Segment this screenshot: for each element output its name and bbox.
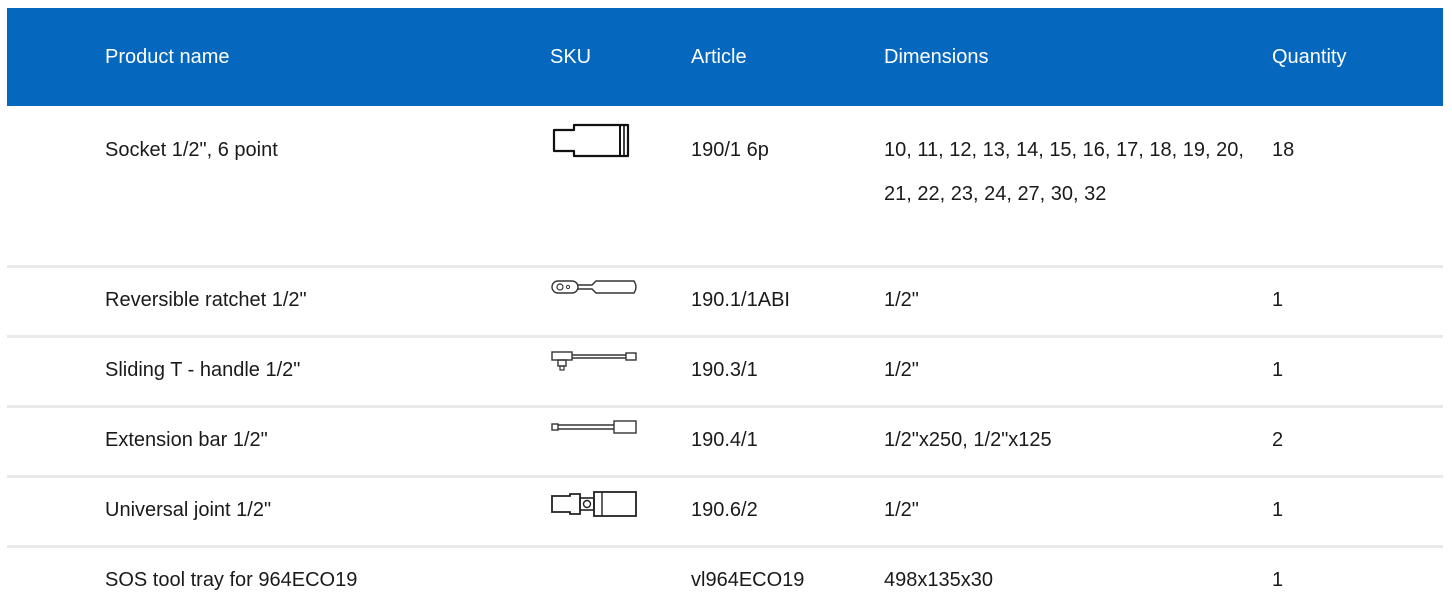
cell-sku — [550, 106, 691, 268]
dimensions: 1/2" — [884, 289, 919, 311]
table-body: Socket 1/2", 6 point 190/1 6p 10, 11, 12… — [7, 106, 1443, 600]
table-row: Universal joint 1/2" 190.6/2 1/2" 1 — [7, 476, 1443, 548]
table-row: Reversible ratchet 1/2" 190.1/1ABI 1/2" … — [7, 266, 1443, 338]
quantity: 1 — [1272, 359, 1284, 381]
cell-article: 190/1 6p — [691, 106, 884, 268]
cell-product-name: Reversible ratchet 1/2" — [7, 266, 550, 338]
article: 190.6/2 — [691, 499, 758, 521]
article: vl964ECO19 — [691, 569, 805, 591]
product-table: Product name SKU Article Dimensions Quan… — [7, 8, 1443, 600]
ratchet-icon — [551, 280, 637, 294]
cell-quantity: 18 — [1272, 106, 1443, 268]
cell-dimensions: 10, 11, 12, 13, 14, 15, 16, 17, 18, 19, … — [884, 106, 1272, 268]
dimensions: 1/2" — [884, 499, 919, 521]
quantity: 1 — [1272, 289, 1284, 311]
product-name: SOS tool tray for 964ECO19 — [105, 569, 358, 591]
cell-sku — [550, 336, 691, 408]
table-row: Sliding T - handle 1/2" 190.3/1 1/2" 1 — [7, 336, 1443, 408]
product-name: Extension bar 1/2" — [105, 429, 268, 451]
cell-sku — [550, 406, 691, 478]
cell-product-name: Universal joint 1/2" — [7, 476, 550, 548]
product-table-container: Product name SKU Article Dimensions Quan… — [7, 8, 1443, 600]
header-row: Product name SKU Article Dimensions Quan… — [7, 8, 1443, 106]
table-row: Socket 1/2", 6 point 190/1 6p 10, 11, 12… — [7, 106, 1443, 268]
article: 190.3/1 — [691, 359, 758, 381]
cell-quantity: 1 — [1272, 336, 1443, 408]
article: 190.1/1ABI — [691, 289, 790, 311]
cell-article: vl964ECO19 — [691, 547, 884, 601]
quantity: 1 — [1272, 499, 1284, 521]
cell-dimensions: 1/2" — [884, 266, 1272, 338]
cell-article: 190.3/1 — [691, 336, 884, 408]
cell-article: 190.4/1 — [691, 406, 884, 478]
cell-sku — [550, 547, 691, 601]
table-header: Product name SKU Article Dimensions Quan… — [7, 8, 1443, 106]
header-dimensions: Dimensions — [884, 45, 989, 68]
cell-sku — [550, 266, 691, 338]
product-name: Reversible ratchet 1/2" — [105, 289, 307, 311]
cell-dimensions: 498x135x30 — [884, 547, 1272, 601]
cell-dimensions: 1/2" — [884, 476, 1272, 548]
dimensions: 1/2" — [884, 359, 919, 381]
dimensions: 10, 11, 12, 13, 14, 15, 16, 17, 18, 19, … — [884, 139, 1244, 205]
quantity: 1 — [1272, 569, 1284, 591]
table-row: SOS tool tray for 964ECO19 vl964ECO19 49… — [7, 547, 1443, 601]
dimensions: 498x135x30 — [884, 569, 993, 591]
cell-dimensions: 1/2"x250, 1/2"x125 — [884, 406, 1272, 478]
header-article: Article — [691, 45, 747, 68]
socket-icon — [552, 123, 630, 158]
product-name: Universal joint 1/2" — [105, 499, 272, 521]
cell-product-name: Socket 1/2", 6 point — [7, 106, 550, 268]
t-handle-icon — [551, 351, 637, 371]
dimensions: 1/2"x250, 1/2"x125 — [884, 429, 1052, 451]
cell-article: 190.6/2 — [691, 476, 884, 548]
cell-dimensions: 1/2" — [884, 336, 1272, 408]
article: 190/1 6p — [691, 139, 769, 161]
table-row: Extension bar 1/2" 190.4/1 1/2"x250, 1/2… — [7, 406, 1443, 478]
cell-product-name: SOS tool tray for 964ECO19 — [7, 547, 550, 601]
quantity: 2 — [1272, 429, 1284, 451]
extension-bar-icon — [551, 420, 637, 434]
header-sku: SKU — [550, 45, 592, 68]
header-product-name: Product name — [105, 45, 230, 68]
cell-quantity: 1 — [1272, 547, 1443, 601]
cell-quantity: 1 — [1272, 476, 1443, 548]
cell-quantity: 2 — [1272, 406, 1443, 478]
header-quantity: Quantity — [1272, 45, 1347, 68]
cell-product-name: Extension bar 1/2" — [7, 406, 550, 478]
article: 190.4/1 — [691, 429, 758, 451]
product-name: Sliding T - handle 1/2" — [105, 359, 301, 381]
product-name: Socket 1/2", 6 point — [105, 139, 278, 161]
cell-product-name: Sliding T - handle 1/2" — [7, 336, 550, 408]
cell-article: 190.1/1ABI — [691, 266, 884, 338]
cell-quantity: 1 — [1272, 266, 1443, 338]
cell-sku — [550, 476, 691, 548]
universal-joint-icon — [551, 491, 637, 517]
quantity: 18 — [1272, 139, 1295, 161]
